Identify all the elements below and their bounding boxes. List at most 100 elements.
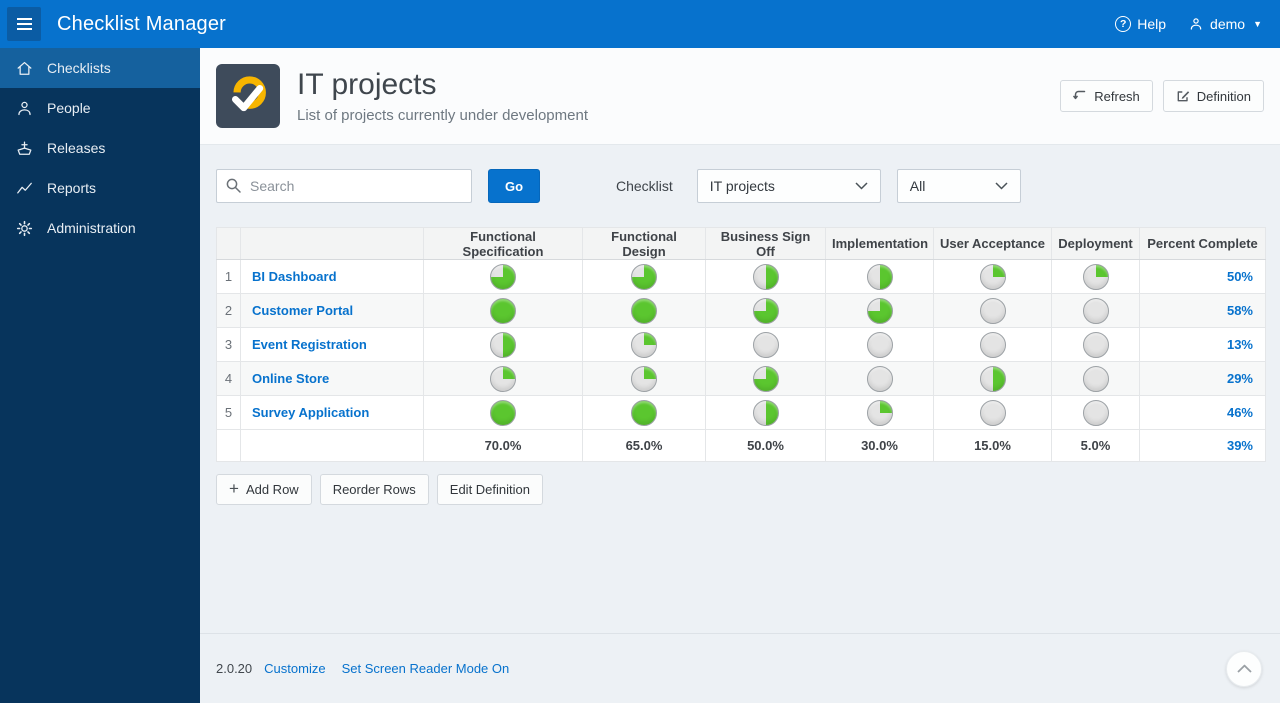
- go-button[interactable]: Go: [488, 169, 540, 203]
- sidebar-item-label: Reports: [47, 180, 97, 196]
- progress-pie[interactable]: [979, 399, 1006, 426]
- progress-pie[interactable]: [490, 263, 516, 290]
- summary-avg-deployment: 5.0%: [1051, 429, 1140, 462]
- percent-complete-link[interactable]: 46%: [1227, 405, 1253, 420]
- progress-pie[interactable]: [866, 297, 893, 324]
- refresh-button[interactable]: Refresh: [1060, 80, 1153, 112]
- main-region: IT projects List of projects currently u…: [200, 48, 1280, 703]
- status-filter-select[interactable]: All: [896, 169, 1021, 203]
- progress-pie[interactable]: [752, 399, 779, 426]
- progress-pie[interactable]: [866, 331, 893, 358]
- plus-icon: +: [229, 479, 239, 498]
- checklist-table-body: 1 BI Dashboard 50% 2 Customer Portal 58% 3 Even…: [216, 259, 1266, 430]
- stage-cell: [705, 361, 826, 396]
- progress-pie[interactable]: [866, 365, 893, 392]
- reorder-rows-button[interactable]: Reorder Rows: [319, 474, 429, 505]
- progress-pie[interactable]: [866, 263, 893, 290]
- project-link[interactable]: Online Store: [252, 371, 329, 386]
- stage-cell: [582, 327, 706, 362]
- stage-cell: [582, 293, 706, 328]
- percent-complete-link[interactable]: 58%: [1227, 303, 1253, 318]
- progress-pie[interactable]: [979, 331, 1006, 358]
- progress-pie[interactable]: [631, 365, 657, 392]
- toolbar: Go Checklist IT projects All: [216, 169, 1264, 203]
- progress-pie[interactable]: [752, 263, 779, 290]
- stage-cell: [825, 327, 934, 362]
- progress-pie[interactable]: [631, 263, 657, 290]
- progress-pie[interactable]: [752, 331, 779, 358]
- summary-avg-business-sign-off: 50.0%: [705, 429, 826, 462]
- progress-pie[interactable]: [979, 263, 1006, 290]
- progress-pie[interactable]: [979, 365, 1006, 392]
- sidebar-item-people[interactable]: People: [0, 88, 200, 128]
- sidebar-item-checklists[interactable]: Checklists: [0, 48, 200, 88]
- user-menu[interactable]: demo ▼: [1188, 16, 1262, 32]
- top-bar: Checklist Manager ? Help demo ▼: [0, 0, 1280, 48]
- summary-avg-functional-specification: 70.0%: [423, 429, 583, 462]
- project-link[interactable]: BI Dashboard: [252, 269, 337, 284]
- edit-definition-button[interactable]: Edit Definition: [436, 474, 543, 505]
- checklist-select[interactable]: IT projects: [696, 169, 881, 203]
- chevron-down-icon: [995, 182, 1008, 190]
- progress-pie[interactable]: [490, 297, 516, 324]
- sidebar-item-administration[interactable]: Administration: [0, 208, 200, 248]
- col-header-functional-design: Functional Design: [582, 227, 706, 260]
- checklist-field-label: Checklist: [616, 178, 673, 194]
- status-filter-value: All: [909, 178, 926, 194]
- percent-complete-link[interactable]: 50%: [1227, 269, 1253, 284]
- progress-pie[interactable]: [490, 365, 516, 392]
- summary-avg-implementation: 30.0%: [825, 429, 934, 462]
- percent-complete-cell: 50%: [1139, 259, 1266, 294]
- stage-cell: [933, 361, 1052, 396]
- checklist-app-icon: [216, 64, 280, 128]
- stage-cell: [582, 259, 706, 294]
- search-icon: [226, 178, 241, 193]
- project-link[interactable]: Survey Application: [252, 405, 369, 420]
- progress-pie[interactable]: [1082, 365, 1109, 392]
- sidebar-item-label: Administration: [47, 220, 136, 236]
- project-name-cell: Event Registration: [240, 327, 424, 362]
- progress-pie[interactable]: [979, 297, 1006, 324]
- reorder-rows-label: Reorder Rows: [332, 482, 416, 497]
- definition-button[interactable]: Definition: [1162, 80, 1264, 112]
- stage-cell: [933, 395, 1052, 430]
- scroll-to-top-button[interactable]: [1226, 650, 1262, 687]
- progress-pie[interactable]: [631, 331, 657, 358]
- help-menu[interactable]: ? Help: [1115, 16, 1166, 32]
- progress-pie[interactable]: [752, 297, 779, 324]
- user-label: demo: [1210, 16, 1246, 32]
- stage-cell: [933, 259, 1052, 294]
- search-input[interactable]: [216, 169, 472, 203]
- progress-pie[interactable]: [1082, 263, 1109, 290]
- sidebar-item-reports[interactable]: Reports: [0, 168, 200, 208]
- user-icon: [1190, 18, 1202, 30]
- sidebar-item-label: Releases: [47, 140, 106, 156]
- sidebar-item-releases[interactable]: Releases: [0, 128, 200, 168]
- progress-pie[interactable]: [752, 365, 779, 392]
- stage-cell: [423, 327, 583, 362]
- table-actions: + Add Row Reorder Rows Edit Definition: [216, 474, 1264, 505]
- add-row-button[interactable]: + Add Row: [216, 474, 312, 505]
- progress-pie[interactable]: [866, 399, 893, 426]
- progress-pie[interactable]: [490, 399, 516, 426]
- progress-pie[interactable]: [1082, 297, 1109, 324]
- progress-pie[interactable]: [1082, 399, 1109, 426]
- progress-pie[interactable]: [490, 331, 516, 358]
- progress-pie[interactable]: [631, 399, 657, 426]
- progress-pie[interactable]: [1082, 331, 1109, 358]
- project-link[interactable]: Customer Portal: [252, 303, 353, 318]
- chevron-up-icon: [1236, 664, 1252, 673]
- hamburger-menu-icon[interactable]: [7, 7, 41, 41]
- project-name-cell: Customer Portal: [240, 293, 424, 328]
- percent-complete-link[interactable]: 29%: [1227, 371, 1253, 386]
- customize-link[interactable]: Customize: [264, 661, 325, 676]
- percent-complete-link[interactable]: 13%: [1227, 337, 1253, 352]
- screen-reader-mode-link[interactable]: Set Screen Reader Mode On: [342, 661, 510, 676]
- stage-cell: [825, 395, 934, 430]
- gear-icon: [16, 220, 33, 236]
- summary-total-percent: 39%: [1139, 429, 1266, 462]
- table-row: 5 Survey Application 46%: [216, 395, 1266, 430]
- project-link[interactable]: Event Registration: [252, 337, 367, 352]
- content-region: Go Checklist IT projects All: [200, 145, 1280, 633]
- progress-pie[interactable]: [631, 297, 657, 324]
